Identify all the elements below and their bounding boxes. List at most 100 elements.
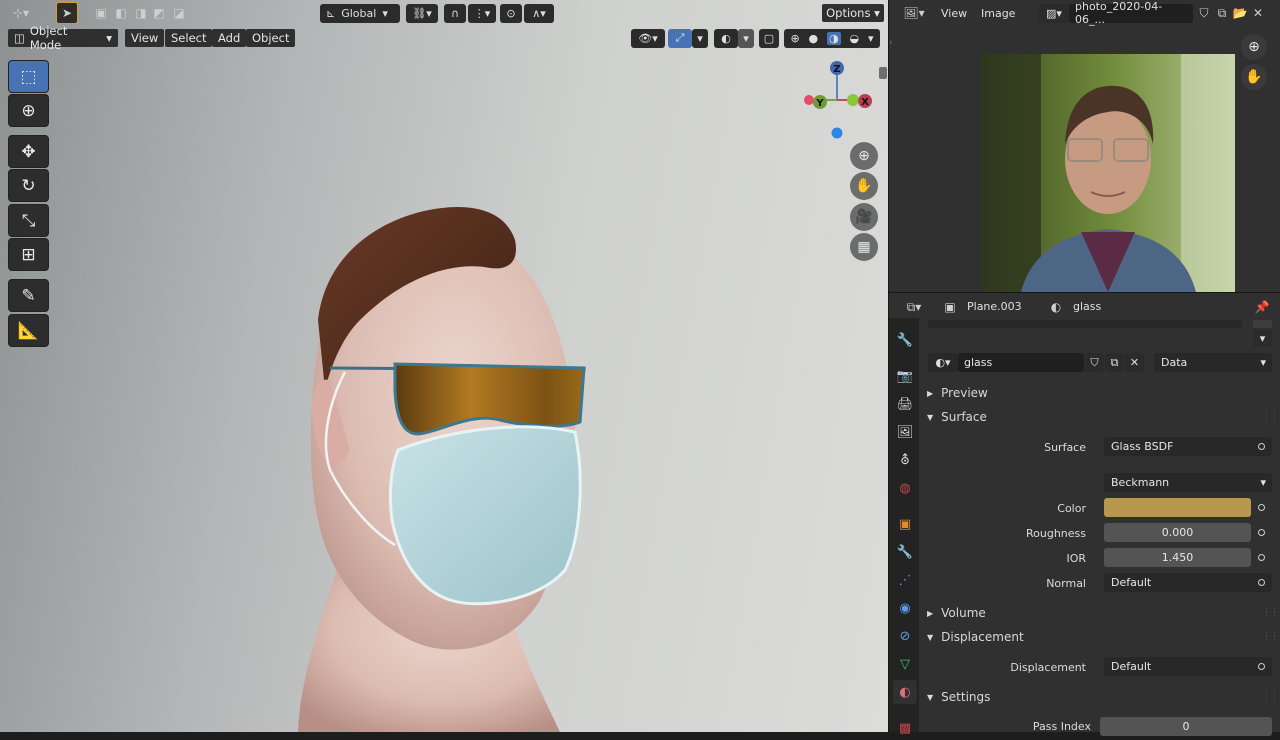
fake-user-shield-icon[interactable]: ⛉ bbox=[1195, 4, 1213, 22]
editor-type-icon[interactable]: ⧉▾ bbox=[899, 298, 929, 316]
proportional-edit-icon[interactable]: ⊙ bbox=[500, 3, 522, 23]
world-tab-icon[interactable]: ◍ bbox=[893, 476, 917, 500]
rotate-tool[interactable]: ↻ bbox=[8, 169, 49, 202]
falloff-dropdown[interactable]: ∧▾ bbox=[524, 3, 554, 23]
overlays-toggle-icon[interactable]: ◐ bbox=[714, 28, 738, 48]
neg-x-axis-handle[interactable] bbox=[804, 95, 814, 105]
navigation-gizmo[interactable]: Z Y X bbox=[800, 58, 880, 142]
unlink-material-icon[interactable]: ✕ bbox=[1125, 353, 1144, 372]
cursor-tool[interactable]: ⊕ bbox=[8, 94, 49, 127]
sidebar-toggle[interactable] bbox=[879, 67, 887, 79]
overlays-dropdown-icon[interactable]: ▾ bbox=[738, 28, 754, 48]
link-mode-dropdown[interactable]: Data ▾ bbox=[1154, 353, 1272, 372]
image-browse-icon[interactable]: ▨▾ bbox=[1039, 3, 1069, 23]
roughness-slider[interactable]: 0.000 bbox=[1104, 523, 1251, 542]
editor-type-icon[interactable]: ⊹▾ bbox=[4, 4, 38, 22]
material-slot-list[interactable] bbox=[928, 320, 1242, 328]
drag-grip-icon[interactable]: ⋮⋮ bbox=[1262, 608, 1279, 618]
object-tab-icon[interactable]: ▣ bbox=[893, 512, 917, 536]
image-name-field[interactable]: photo_2020-04-06_... bbox=[1069, 0, 1193, 26]
displacement-field[interactable]: Default bbox=[1104, 657, 1272, 676]
select-mode-invert-icon[interactable]: ◩ bbox=[150, 4, 168, 22]
measure-tool[interactable]: 📐 bbox=[8, 314, 49, 347]
visibility-dropdown[interactable]: 👁▾ bbox=[631, 28, 665, 48]
panel-volume-header[interactable]: ▶ Volume bbox=[919, 602, 1272, 624]
transform-tool[interactable]: ⊞ bbox=[8, 238, 49, 271]
menu-image[interactable]: Image bbox=[981, 7, 1015, 20]
rendered-shading-icon[interactable]: ◒ bbox=[850, 32, 860, 45]
new-image-icon[interactable]: ⧉ bbox=[1213, 4, 1231, 22]
solid-shading-icon[interactable]: ● bbox=[809, 32, 819, 45]
socket-link-icon[interactable] bbox=[1258, 663, 1265, 670]
menu-view[interactable]: View bbox=[125, 29, 165, 47]
pivot-point-dropdown[interactable]: ⛓▾ bbox=[406, 3, 438, 23]
close-icon[interactable]: ✕ bbox=[1249, 4, 1267, 22]
duplicate-material-icon[interactable]: ⧉ bbox=[1105, 353, 1124, 372]
color-swatch[interactable] bbox=[1104, 498, 1251, 517]
tool-tab-icon[interactable]: 🔧 bbox=[893, 328, 917, 352]
camera-view-icon[interactable]: 🎥 bbox=[850, 203, 878, 231]
drag-grip-icon[interactable]: ⋮⋮ bbox=[1262, 692, 1279, 702]
panel-displacement-header[interactable]: ▼ Displacement bbox=[919, 626, 1272, 648]
select-tool-icon[interactable]: ➤ bbox=[56, 2, 78, 24]
select-mode-new-icon[interactable]: ▣ bbox=[92, 4, 110, 22]
view-layer-tab-icon[interactable]: 🖼 bbox=[893, 420, 917, 444]
distribution-dropdown[interactable]: Beckmann ▾ bbox=[1104, 473, 1272, 492]
menu-view[interactable]: View bbox=[941, 7, 967, 20]
mode-dropdown[interactable]: ◫ Object Mode ▾ bbox=[8, 24, 118, 52]
select-box-tool[interactable]: ⬚ bbox=[8, 60, 49, 93]
editor-type-icon[interactable]: 🖼▾ bbox=[899, 4, 929, 22]
socket-link-icon[interactable] bbox=[1258, 504, 1265, 511]
panel-surface-header[interactable]: ▼ Surface bbox=[919, 406, 1272, 428]
menu-object[interactable]: Object bbox=[246, 29, 296, 47]
ior-slider[interactable]: 1.450 bbox=[1104, 548, 1251, 567]
options-dropdown[interactable]: Options ▾ bbox=[822, 4, 884, 22]
wireframe-shading-icon[interactable]: ⊕ bbox=[790, 32, 799, 45]
xray-toggle-icon[interactable]: ▢ bbox=[759, 28, 779, 48]
neg-z-axis-handle[interactable] bbox=[831, 127, 843, 139]
3d-viewport[interactable] bbox=[0, 0, 888, 732]
surface-shader-field[interactable]: Glass BSDF bbox=[1104, 437, 1272, 456]
fake-user-shield-icon[interactable]: ⛉ bbox=[1085, 353, 1104, 372]
select-mode-extend-icon[interactable]: ◧ bbox=[112, 4, 130, 22]
panel-preview-header[interactable]: ▶ Preview bbox=[919, 382, 1272, 404]
annotate-tool[interactable]: ✎ bbox=[8, 279, 49, 312]
pass-index-field[interactable]: 0 bbox=[1100, 717, 1272, 736]
pan-hand-icon[interactable]: ✋ bbox=[1241, 64, 1267, 90]
perspective-toggle-icon[interactable]: ▦ bbox=[850, 233, 878, 261]
zoom-icon[interactable]: ⊕ bbox=[850, 142, 878, 170]
neg-y-axis-handle[interactable] bbox=[847, 94, 859, 106]
scale-tool[interactable]: ⤡ bbox=[8, 204, 49, 237]
chevron-down-icon[interactable]: ▾ bbox=[868, 32, 874, 45]
panel-settings-header[interactable]: ▼ Settings bbox=[919, 686, 1272, 708]
snap-target-dropdown[interactable]: ⋮▾ bbox=[468, 3, 496, 23]
drag-grip-icon[interactable]: ⋮⋮ bbox=[1262, 412, 1279, 422]
pan-hand-icon[interactable]: ✋ bbox=[850, 172, 878, 200]
menu-add[interactable]: Add bbox=[212, 29, 247, 47]
texture-tab-icon[interactable]: ▩ bbox=[893, 716, 917, 740]
gizmo-toggle-icon[interactable]: ⤢ bbox=[668, 28, 692, 48]
scene-tab-icon[interactable]: ⛢ bbox=[893, 448, 917, 472]
material-browse-dropdown[interactable]: ◐▾ bbox=[928, 353, 958, 372]
select-mode-intersect-icon[interactable]: ◪ bbox=[170, 4, 188, 22]
snap-toggle-icon[interactable]: ∩ bbox=[444, 3, 466, 23]
slot-list-scroll[interactable] bbox=[1253, 320, 1272, 328]
pin-icon[interactable]: 📌 bbox=[1253, 298, 1271, 316]
particles-tab-icon[interactable]: ⋰ bbox=[893, 568, 917, 592]
socket-link-icon[interactable] bbox=[1258, 579, 1265, 586]
material-tab-icon[interactable]: ◐ bbox=[893, 680, 917, 704]
drag-grip-icon[interactable]: ⋮⋮ bbox=[1262, 632, 1279, 642]
socket-link-icon[interactable] bbox=[1258, 554, 1265, 561]
material-preview-shading-icon[interactable]: ◑ bbox=[827, 31, 841, 45]
menu-select[interactable]: Select bbox=[165, 29, 213, 47]
gizmo-dropdown-icon[interactable]: ▾ bbox=[692, 28, 708, 48]
socket-link-icon[interactable] bbox=[1258, 529, 1265, 536]
physics-tab-icon[interactable]: ◉ bbox=[893, 596, 917, 620]
slot-specials-dropdown[interactable]: ▾ bbox=[1253, 329, 1272, 347]
data-tab-icon[interactable]: ▽ bbox=[893, 652, 917, 676]
material-name-field[interactable]: glass bbox=[958, 353, 1084, 372]
output-tab-icon[interactable]: 🖨 bbox=[893, 392, 917, 416]
normal-field[interactable]: Default bbox=[1104, 573, 1272, 592]
toolbar-toggle-icon[interactable]: › bbox=[889, 38, 895, 52]
socket-link-icon[interactable] bbox=[1258, 443, 1265, 450]
